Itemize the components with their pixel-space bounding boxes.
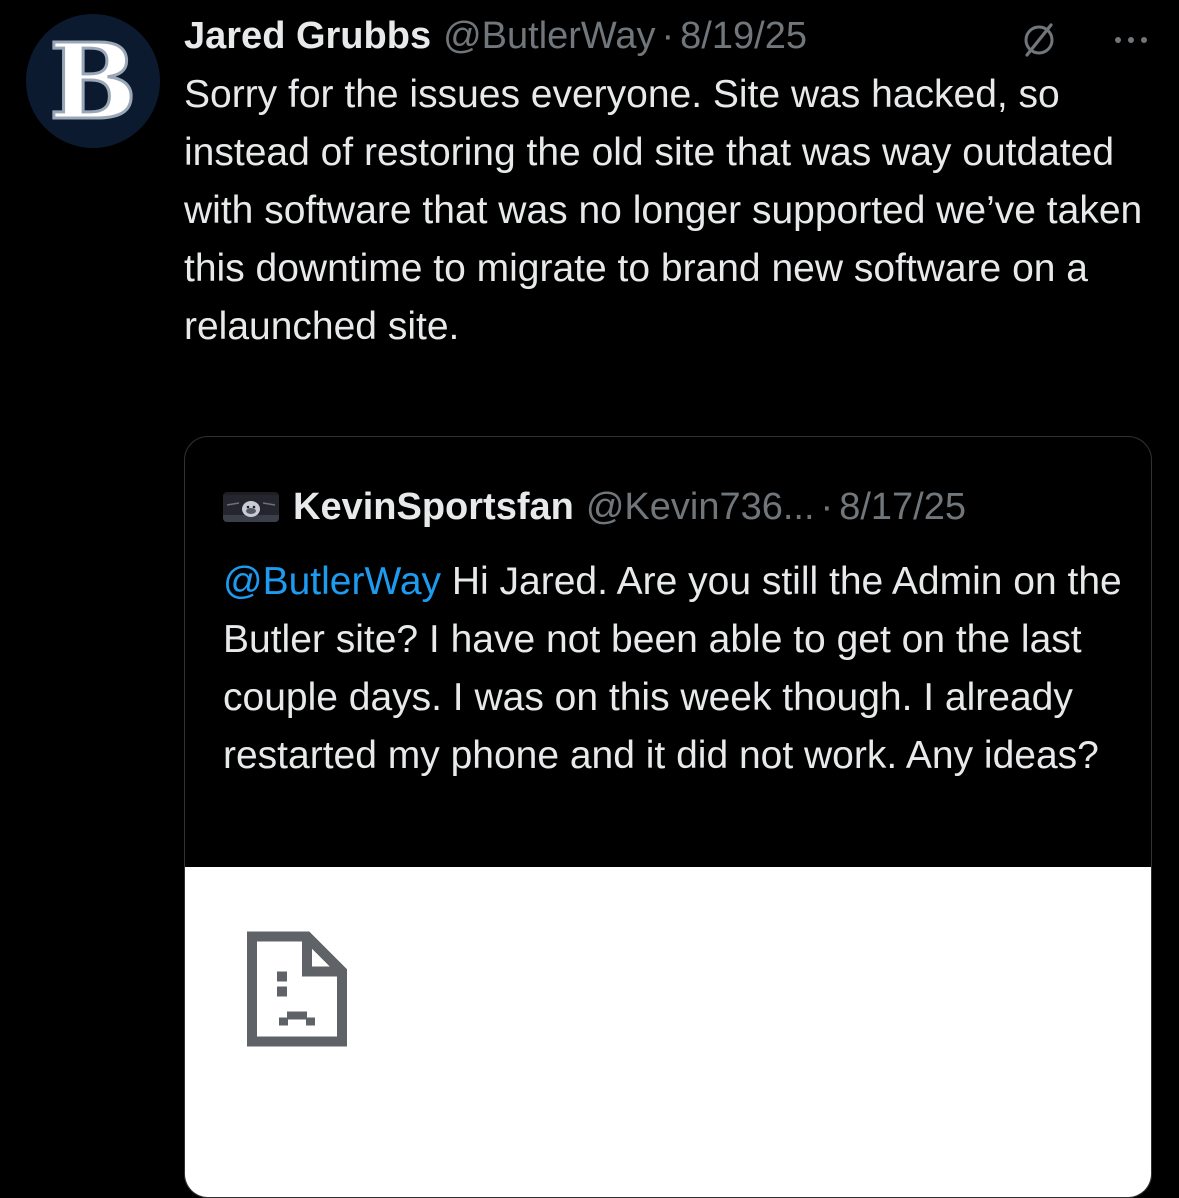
separator-dot: · (661, 14, 675, 57)
quoted-media[interactable] (185, 867, 1151, 1197)
mention-link[interactable]: @ButlerWay (223, 560, 441, 603)
tweet-header: Jared Grubbs @ButlerWay · 8/19/25 (184, 12, 1163, 60)
quoted-tweet-header: KevinSportsfan @Kevin736... · 8/17/25 (223, 481, 1131, 533)
author-handle[interactable]: @ButlerWay (443, 15, 655, 58)
avatar[interactable]: B (26, 14, 160, 148)
quoted-separator-dot: · (820, 485, 834, 528)
quoted-tweet-text: @ButlerWay Hi Jared. Are you still the A… (223, 553, 1123, 785)
tweet-text: Sorry for the issues everyone. Site was … (184, 73, 1143, 348)
tweet-date[interactable]: 8/19/25 (680, 15, 807, 58)
quoted-author-name[interactable]: KevinSportsfan (293, 486, 574, 529)
avatar-letter: B (49, 20, 137, 143)
bulldog-avatar-icon (223, 495, 279, 522)
more-icon[interactable] (1111, 30, 1151, 50)
grok-icon[interactable] (1019, 20, 1059, 60)
quoted-avatar[interactable] (223, 492, 279, 522)
butler-logo-icon: B (26, 14, 160, 148)
author-name[interactable]: Jared Grubbs (184, 15, 431, 58)
broken-image-icon (247, 931, 347, 1047)
quoted-tweet-date[interactable]: 8/17/25 (839, 486, 966, 529)
quoted-author-handle[interactable]: @Kevin736... (586, 486, 815, 529)
quoted-tweet[interactable]: KevinSportsfan @Kevin736... · 8/17/25 @B… (184, 436, 1152, 1198)
